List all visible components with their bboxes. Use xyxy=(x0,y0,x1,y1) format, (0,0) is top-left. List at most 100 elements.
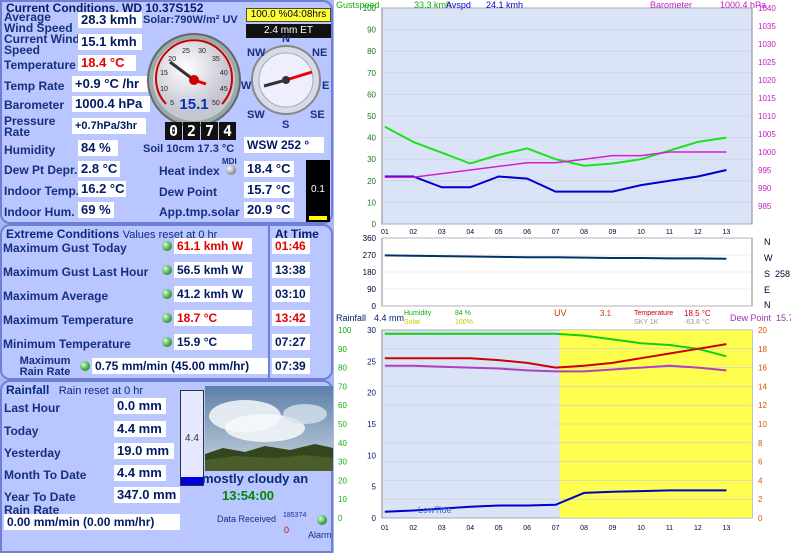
wind-x-tick-label: 08 xyxy=(580,229,588,236)
rain-y-tick-label: 30 xyxy=(367,326,376,335)
indoor-hum-label: Indoor Hum. xyxy=(4,205,75,219)
status-dot xyxy=(162,313,172,323)
combo-x-tick-label: 13 xyxy=(722,525,730,532)
temp-rate-value: +0.9 °C /hr xyxy=(72,76,148,92)
label-uv-val: 3.1 xyxy=(600,309,612,318)
temp-label: Temperature xyxy=(4,58,76,72)
humidity-y-tick-label: 40 xyxy=(338,439,347,448)
direction-y-tick-label: 0 xyxy=(372,302,377,311)
status-dot xyxy=(162,265,172,275)
heat-index-label: Heat index xyxy=(159,164,220,178)
temp-y-tick-label: 6 xyxy=(758,458,763,467)
label-lowtide: LowTide xyxy=(418,505,452,515)
humidity-y-tick-label: 70 xyxy=(338,382,347,391)
dir-letter-s: S xyxy=(764,269,771,279)
extreme-row-time: 13:42 xyxy=(272,310,310,326)
combo-x-tick-label: 02 xyxy=(409,525,417,532)
soil-temp: Soil 10cm 17.3 °C xyxy=(143,143,235,155)
rain-y-tick-label: 10 xyxy=(367,451,376,460)
label-barometer: Barometer xyxy=(650,0,693,10)
extreme-row-time: 03:10 xyxy=(272,286,310,302)
temp-y-tick-label: 4 xyxy=(758,476,763,485)
compass-sw: SW xyxy=(247,109,265,121)
wind-y-tick-label: 0 xyxy=(372,220,377,229)
dial-tick-label: 15 xyxy=(160,70,168,77)
extreme-row-time: 01:46 xyxy=(272,238,310,254)
dew-depr-label: Dew Pt Depr. xyxy=(4,163,78,177)
temp-rate-label: Temp Rate xyxy=(4,79,65,93)
sky-image xyxy=(205,386,333,471)
rain-yesterday-value: 19.0 mm xyxy=(114,443,174,459)
direction-y-tick-label: 180 xyxy=(363,268,377,277)
label-gustspeed: Gustspeed xyxy=(336,0,380,10)
rain-y-tick-label: 25 xyxy=(367,357,376,366)
combo-x-tick-label: 05 xyxy=(495,525,503,532)
rain-rate-box: 0.1 xyxy=(306,160,330,222)
rain-rate-fill xyxy=(309,216,327,220)
rain-y-tick-label: 15 xyxy=(367,420,376,429)
wind-y-tick-label: 10 xyxy=(367,198,376,207)
rain-today-label: Today xyxy=(4,424,39,438)
rain-month-value: 4.4 mm xyxy=(114,465,166,481)
label-rainfall: Rainfall xyxy=(336,313,367,323)
wind-y-tick-label: 60 xyxy=(367,90,376,99)
dial-tick-label: 45 xyxy=(220,86,228,93)
rainfall-title: Rainfall xyxy=(6,383,50,397)
combo-x-tick-label: 11 xyxy=(666,525,673,532)
baro-y-tick-label: 1020 xyxy=(758,76,776,85)
rain-today-value: 4.4 mm xyxy=(114,421,166,437)
rain-y-tick-label: 5 xyxy=(372,483,377,492)
label-sky-val: -63.8 °C xyxy=(684,319,710,326)
humidity-y-tick-label: 90 xyxy=(338,345,347,354)
wind-x-tick-label: 13 xyxy=(722,229,730,236)
dial-readout: 15.1 xyxy=(179,96,208,113)
rain-last-hour-value: 0.0 mm xyxy=(114,398,166,414)
humidity-y-tick-label: 30 xyxy=(338,458,347,467)
baro-y-tick-label: 995 xyxy=(758,166,772,175)
wind-speed-dial: 510152025 3035404550 15.1 xyxy=(147,33,241,127)
combo-x-tick-label: 09 xyxy=(609,525,617,532)
dial-tick-label: 35 xyxy=(212,56,220,63)
extreme-row-label: Maximum Rain Rate xyxy=(19,355,71,378)
extreme-row-label: Minimum Temperature xyxy=(3,337,131,351)
rain-rate-value: 0.00 mm/min (0.00 mm/hr) xyxy=(4,514,180,530)
label-avspd: Avspd xyxy=(446,0,471,10)
dew-point-value: 15.7 °C xyxy=(244,182,294,198)
extreme-row-time: 07:27 xyxy=(272,334,310,350)
alarm-dot[interactable] xyxy=(317,515,327,525)
humidity-y-tick-label: 20 xyxy=(338,476,347,485)
wind-x-tick-label: 10 xyxy=(637,229,645,236)
temp-y-tick-label: 20 xyxy=(758,326,767,335)
avg-wind-label: Average Wind Speed xyxy=(4,10,73,35)
dial-tick-label: 50 xyxy=(212,100,220,107)
compass-n: N xyxy=(282,33,290,45)
wind-x-tick-label: 01 xyxy=(381,229,389,236)
app-temp-value: 20.9 °C xyxy=(244,202,294,218)
alarm-label[interactable]: Alarm xyxy=(308,529,332,541)
compass-direction: WSW 252 ° xyxy=(244,137,324,153)
temp-y-tick-label: 14 xyxy=(758,382,767,391)
baro-y-tick-label: 990 xyxy=(758,184,772,193)
combo-x-tick-label: 06 xyxy=(523,525,531,532)
temp-y-tick-label: 12 xyxy=(758,401,767,410)
rain-gauge-label: 4.4 xyxy=(185,433,199,444)
compass-e: E xyxy=(322,80,330,92)
rain-rate-value: 0.1 xyxy=(311,184,325,195)
humidity-y-tick-label: 80 xyxy=(338,364,347,373)
uv-box: 100.0 %04:08hrs xyxy=(246,8,331,22)
humidity-value: 84 % xyxy=(78,140,118,156)
clock-time: 13:54:00 xyxy=(222,488,275,503)
app-temp-label: App.tmp.solar xyxy=(159,205,240,219)
press-rate-label: Pressure Rate xyxy=(4,114,56,139)
wind-x-tick-label: 07 xyxy=(552,229,560,236)
direction-y-tick-label: 360 xyxy=(363,234,377,243)
rain-year-value: 347.0 mm xyxy=(114,487,180,503)
dial-tick-label: 25 xyxy=(182,48,190,55)
rain-gauge: 4.4 xyxy=(180,390,204,486)
rain-year-label: Year To Date xyxy=(4,490,76,504)
label-dewpoint: Dew Point xyxy=(730,313,772,323)
extreme-row-value: 15.9 °C xyxy=(174,334,252,350)
label-solar-val: 100% xyxy=(455,319,473,326)
status-dot xyxy=(162,289,172,299)
combo-x-tick-label: 07 xyxy=(552,525,560,532)
